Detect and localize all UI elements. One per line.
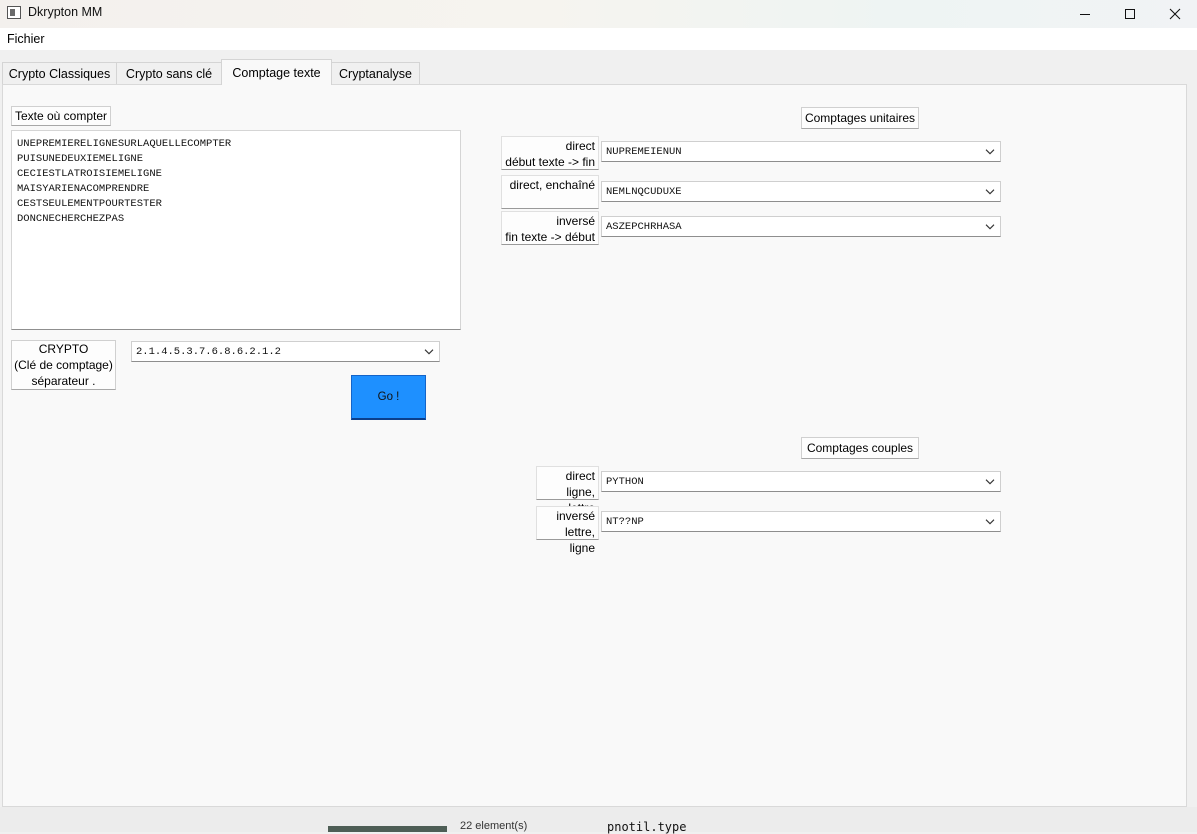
unitaires-direct-label-line2: début texte -> fin (505, 155, 595, 169)
background-window-thumbnail (328, 826, 447, 832)
bottom-strip (0, 807, 1197, 832)
unitaires-enchaine-label-text: direct, enchaîné (509, 178, 595, 192)
app-icon (7, 6, 21, 19)
tab-crypto-sans-cle[interactable]: Crypto sans clé (116, 62, 222, 84)
chevron-down-icon (985, 223, 995, 229)
unitaires-direct-value: NUPREMEIENUN (606, 145, 682, 158)
tab-comptage-texte[interactable]: Comptage texte (221, 59, 332, 85)
crypto-key-label: CRYPTO (Clé de comptage) séparateur . (11, 340, 116, 390)
couples-direct-value: PYTHON (606, 475, 644, 488)
text-label: Texte où compter (11, 106, 111, 126)
unitaires-direct-label: direct début texte -> fin (501, 136, 599, 170)
text-input-area[interactable]: UNEPREMIERELIGNESURLAQUELLECOMPTER PUISU… (11, 130, 461, 330)
couples-direct-label-line1: direct (565, 469, 595, 483)
crypto-label-line3: séparateur . (31, 374, 96, 388)
couples-direct-combo[interactable]: PYTHON (601, 471, 1001, 492)
menu-fichier[interactable]: Fichier (7, 32, 45, 46)
couples-inverse-label-line2: lettre, ligne (564, 525, 595, 555)
couples-inverse-combo[interactable]: NT??NP (601, 511, 1001, 532)
crypto-key-value: 2.1.4.5.3.7.6.8.6.2.1.2 (136, 345, 281, 358)
minimize-icon (1080, 14, 1090, 15)
maximize-button[interactable] (1107, 0, 1153, 28)
unitaires-direct-label-line1: direct (565, 139, 595, 153)
unitaires-direct-combo[interactable]: NUPREMEIENUN (601, 141, 1001, 162)
unitaires-enchaine-label: direct, enchaîné (501, 175, 599, 209)
chevron-down-icon (424, 348, 434, 354)
background-window-text: 22 element(s) (460, 820, 528, 832)
maximize-icon (1125, 9, 1135, 19)
unitaires-inverse-label-line2: fin texte -> début (505, 230, 595, 244)
tab-cryptanalyse[interactable]: Cryptanalyse (331, 62, 420, 84)
unitaires-enchaine-value: NEMLNQCUDUXE (606, 185, 682, 198)
unitaires-inverse-value: ASZEPCHRHASA (606, 220, 682, 233)
couples-direct-label: direct ligne, lettre (536, 466, 599, 515)
minimize-button[interactable] (1062, 0, 1108, 28)
couples-inverse-label-line1: inversé (556, 509, 595, 523)
unitaires-enchaine-combo[interactable]: NEMLNQCUDUXE (601, 181, 1001, 202)
chevron-down-icon (985, 478, 995, 484)
tab-crypto-classiques[interactable]: Crypto Classiques (2, 62, 117, 84)
crypto-label-line2: (Clé de comptage) (14, 358, 113, 372)
menu-bar (0, 28, 1197, 50)
chevron-down-icon (985, 518, 995, 524)
unitaires-inverse-combo[interactable]: ASZEPCHRHASA (601, 216, 1001, 237)
window-title: Dkrypton MM (28, 5, 103, 19)
couples-inverse-label: inversé lettre, ligne (536, 506, 599, 555)
chevron-down-icon (985, 148, 995, 154)
chevron-down-icon (985, 188, 995, 194)
couples-inverse-value: NT??NP (606, 515, 644, 528)
couples-header: Comptages couples (801, 437, 919, 459)
close-button[interactable] (1152, 0, 1197, 28)
title-bar (0, 0, 1197, 28)
unitaires-inverse-label-line1: inversé (556, 214, 595, 228)
crypto-key-combo[interactable]: 2.1.4.5.3.7.6.8.6.2.1.2 (131, 341, 440, 362)
go-button[interactable]: Go ! (351, 375, 426, 420)
crypto-label-line1: CRYPTO (38, 342, 89, 356)
unitaires-header: Comptages unitaires (801, 107, 919, 129)
unitaires-inverse-label: inversé fin texte -> début (501, 211, 599, 245)
close-icon (1169, 8, 1181, 20)
